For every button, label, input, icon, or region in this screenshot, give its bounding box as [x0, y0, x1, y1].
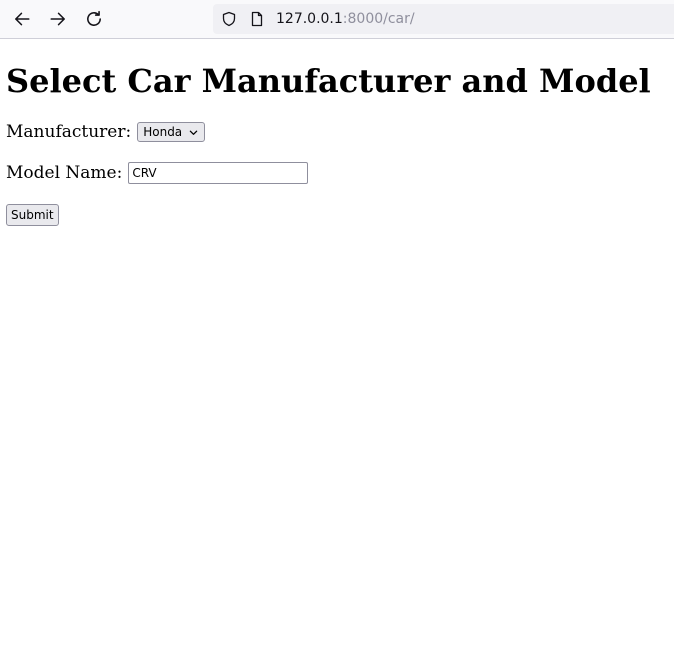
model-name-input[interactable] — [128, 162, 309, 184]
submit-row: Submit — [6, 204, 59, 226]
browser-toolbar: 127.0.0.1:8000/car/ — [0, 0, 674, 39]
back-button[interactable] — [10, 7, 34, 31]
manufacturer-selected-value: Honda — [143, 125, 183, 139]
chevron-down-icon — [189, 130, 198, 135]
manufacturer-label: Manufacturer: — [6, 122, 132, 142]
forward-arrow-icon — [50, 12, 65, 26]
submit-button[interactable]: Submit — [6, 204, 59, 226]
tracking-shield-icon[interactable] — [221, 11, 237, 27]
url-host: 127.0.0.1 — [276, 11, 343, 27]
model-row: Model Name: — [6, 162, 309, 184]
back-arrow-icon — [15, 12, 30, 26]
page-document-icon[interactable] — [249, 11, 265, 27]
page-title: Select Car Manufacturer and Model — [6, 62, 651, 100]
manufacturer-row: Manufacturer: Honda — [6, 121, 206, 143]
reload-button[interactable] — [82, 7, 106, 31]
model-label: Model Name: — [6, 163, 123, 183]
url-path: :8000/car/ — [342, 11, 415, 27]
manufacturer-select[interactable]: Honda — [137, 122, 206, 142]
url-bar[interactable]: 127.0.0.1:8000/car/ — [213, 4, 674, 34]
forward-button[interactable] — [46, 7, 70, 31]
page-content: Select Car Manufacturer and Model Manufa… — [6, 40, 674, 226]
url-text[interactable]: 127.0.0.1:8000/car/ — [276, 10, 415, 28]
reload-icon — [87, 10, 101, 26]
